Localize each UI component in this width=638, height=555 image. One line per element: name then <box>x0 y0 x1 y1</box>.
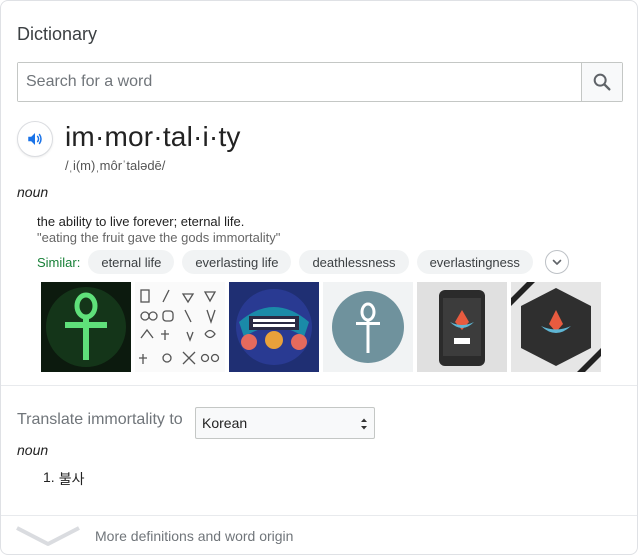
dictionary-card: Dictionary im·mor·tal·i·ty /ˌi(m)ˌmôrˈta… <box>0 0 638 555</box>
section-divider <box>1 385 637 386</box>
chevron-down-icon <box>16 526 80 546</box>
similar-chip[interactable]: eternal life <box>88 250 175 274</box>
panel-title: Dictionary <box>17 24 98 44</box>
more-definitions-label: More definitions and word origin <box>95 528 294 544</box>
similar-chip[interactable]: everlastingness <box>416 250 533 274</box>
expand-similar-button[interactable] <box>544 250 569 274</box>
similar-label: Similar: <box>37 254 81 270</box>
ankh-circle-image[interactable] <box>323 282 413 372</box>
example-sentence: "eating the fruit gave the gods immortal… <box>37 230 281 245</box>
headword: im·mor·tal·i·ty <box>65 121 241 152</box>
translation-number: 1. <box>43 469 55 485</box>
search-input[interactable] <box>18 63 581 101</box>
language-select[interactable]: Korean <box>195 407 375 439</box>
selected-language: Korean <box>202 415 248 431</box>
green-ankh-image[interactable] <box>41 282 131 372</box>
search-icon <box>593 73 611 91</box>
part-of-speech: noun <box>17 184 49 200</box>
select-arrows-icon <box>361 418 367 430</box>
translation-part-of-speech: noun <box>17 442 49 458</box>
definition-text: the ability to live forever; eternal lif… <box>37 214 245 229</box>
search-button[interactable] <box>581 63 622 101</box>
search-bar <box>17 62 623 102</box>
phonetic-spelling: /ˌi(m)ˌmôrˈtalədē/ <box>65 158 166 173</box>
similar-chip[interactable]: everlasting life <box>182 250 292 274</box>
doodle-icons-image[interactable] <box>135 282 225 372</box>
pronunciation-button[interactable] <box>17 121 53 157</box>
chevron-down-icon <box>552 259 562 265</box>
translation-text: 불사 <box>58 471 85 487</box>
hexagon-lotus-image[interactable] <box>511 282 601 372</box>
immortal-banner-image[interactable] <box>229 282 319 372</box>
translation-item: 1. 불사 <box>43 469 84 489</box>
phone-lotus-image[interactable] <box>417 282 507 372</box>
speaker-icon <box>28 133 42 145</box>
similar-words-row: Similar: eternal life everlasting life d… <box>37 250 569 274</box>
more-definitions-link[interactable]: More definitions and word origin <box>1 516 637 554</box>
translate-label: Translate immortality to <box>17 411 183 428</box>
similar-chip[interactable]: deathlessness <box>299 250 409 274</box>
image-strip <box>41 282 605 372</box>
